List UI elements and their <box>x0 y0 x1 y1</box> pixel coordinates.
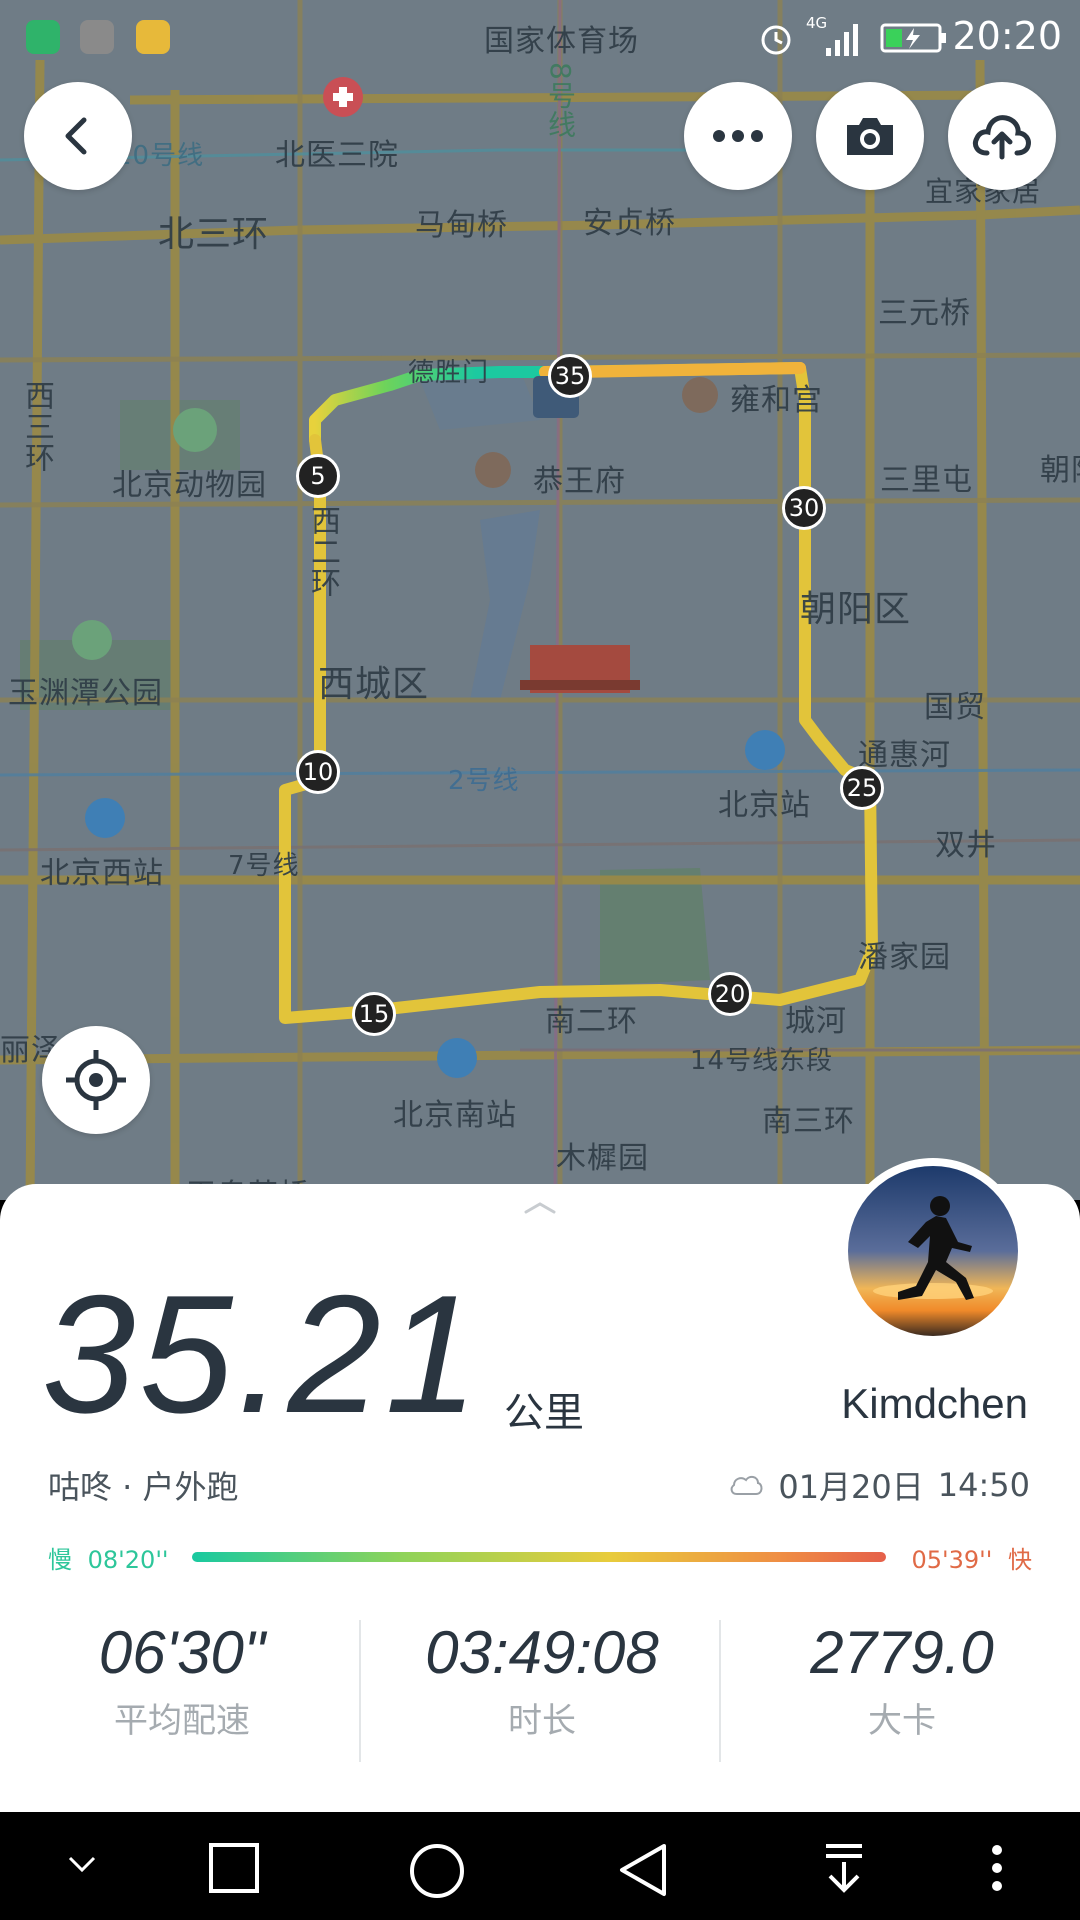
pace-fast-label: 快 <box>1008 1546 1032 1574</box>
map-label: 2号线 <box>448 766 520 796</box>
camera-icon <box>847 118 893 155</box>
route-map[interactable]: 国家体育场 北医三院 10号线 北三环 马甸桥 安贞桥 8号线 宜家家居 三元桥… <box>0 0 1080 1200</box>
map-label: 7号线 <box>228 851 300 881</box>
notification-pull-icon[interactable] <box>822 1842 866 1894</box>
menu-icon[interactable] <box>990 1842 1004 1894</box>
activity-datetime: 01月20日 14:50 <box>728 1462 1030 1508</box>
activity-time: 14:50 <box>937 1466 1030 1504</box>
map-label: 西城区 <box>318 664 430 705</box>
km-marker: 30 <box>782 486 826 530</box>
more-button[interactable] <box>684 82 792 190</box>
map-label: 北京动物园 <box>112 468 267 503</box>
pace-slow: 慢 08'20'' <box>48 1540 169 1575</box>
map-label: 马甸桥 <box>415 208 508 243</box>
collapse-icon[interactable] <box>66 1854 98 1874</box>
stat-divider <box>719 1620 721 1762</box>
map-label: 三元桥 <box>878 296 971 331</box>
map-label: 雍和宫 <box>730 383 823 418</box>
activity-date: 01月20日 <box>778 1468 924 1506</box>
wechat-icon <box>26 20 60 54</box>
cloud-icon <box>730 1475 763 1495</box>
km-marker: 5 <box>296 454 340 498</box>
back-button[interactable] <box>24 82 132 190</box>
home-icon[interactable] <box>408 1842 466 1900</box>
status-clock: 20:20 <box>952 14 1062 58</box>
stat-avg-pace: 06'30" 平均配速 <box>12 1618 352 1742</box>
map-label: 木樨园 <box>556 1141 649 1176</box>
stat-label: 时长 <box>508 1701 576 1741</box>
stat-value: 2779.0 <box>810 1619 994 1686</box>
map-label: 德胜门 <box>408 358 490 388</box>
map-label: 北医三院 <box>275 138 399 173</box>
cloud-upload-icon <box>972 115 1031 160</box>
map-label: 双井 <box>935 828 997 863</box>
runner-silhouette-avatar <box>848 1166 1018 1336</box>
map-label: 南二环 <box>545 1004 638 1039</box>
signal-icon: 4G <box>806 14 858 56</box>
stat-value: 06'30" <box>98 1619 266 1686</box>
avatar[interactable] <box>840 1158 1026 1344</box>
username[interactable]: Kimdchen <box>841 1380 1028 1428</box>
map-label: 国贸 <box>924 690 986 725</box>
map-label: 城河 <box>785 1004 847 1039</box>
health-icon <box>80 20 114 54</box>
navigation-bar <box>0 1812 1080 1920</box>
battery-charging-icon <box>880 23 946 53</box>
km-marker: 25 <box>840 766 884 810</box>
pace-fast: 05'39'' 快 <box>911 1540 1032 1575</box>
map-label: 14号线东段 <box>690 1046 834 1076</box>
stat-duration: 03:49:08 时长 <box>372 1618 712 1742</box>
distance-value: 35.21 <box>42 1260 483 1448</box>
svg-text:4G: 4G <box>806 14 827 32</box>
map-label: 西二环 <box>305 505 340 598</box>
map-label: 玉渊潭公园 <box>8 676 163 711</box>
km-marker: 15 <box>352 992 396 1036</box>
map-label: 安贞桥 <box>583 206 676 241</box>
map-label: 南三环 <box>762 1104 855 1139</box>
pace-slow-value: 08'20'' <box>87 1546 169 1574</box>
stat-label: 平均配速 <box>114 1701 250 1741</box>
gallery-icon <box>136 20 170 54</box>
km-marker: 10 <box>296 750 340 794</box>
map-label: 北京南站 <box>393 1098 517 1133</box>
map-base <box>0 0 1080 1200</box>
map-label: 北京站 <box>718 788 811 823</box>
locate-icon <box>66 1050 126 1110</box>
alarm-icon <box>761 25 791 55</box>
map-label: 三里屯 <box>880 463 973 498</box>
map-label: 恭王府 <box>533 464 626 499</box>
map-label: 北三环 <box>158 214 270 255</box>
chevron-up-icon[interactable] <box>522 1200 558 1216</box>
pace-gradient-bar <box>192 1552 886 1562</box>
recent-apps-icon[interactable] <box>208 1842 260 1894</box>
map-label: 潘家园 <box>858 940 951 975</box>
pace-legend: 慢 08'20'' 05'39'' 快 <box>48 1540 1032 1574</box>
map-label: 西三环 <box>19 380 54 473</box>
km-marker: 35 <box>548 354 592 398</box>
km-marker: 20 <box>708 972 752 1016</box>
distance-unit: 公里 <box>504 1390 584 1436</box>
stat-divider <box>359 1620 361 1762</box>
stat-value: 03:49:08 <box>425 1619 659 1686</box>
pace-slow-label: 慢 <box>48 1546 72 1574</box>
pace-fast-value: 05'39'' <box>911 1546 993 1574</box>
more-dots-icon <box>713 130 763 142</box>
stat-label: 大卡 <box>868 1701 936 1741</box>
activity-type: 咕咚 · 户外跑 <box>48 1468 239 1506</box>
stat-calories: 2779.0 大卡 <box>732 1618 1072 1742</box>
chevron-left-icon <box>65 117 87 155</box>
map-label: 朝阳 <box>1040 453 1080 488</box>
locate-button[interactable] <box>42 1026 150 1134</box>
map-label: 北京西站 <box>40 856 164 891</box>
back-icon[interactable] <box>616 1842 670 1898</box>
camera-button[interactable] <box>816 82 924 190</box>
status-bar: 4G 20:20 <box>0 0 1080 78</box>
map-label: 朝阳区 <box>800 589 912 630</box>
upload-button[interactable] <box>948 82 1056 190</box>
